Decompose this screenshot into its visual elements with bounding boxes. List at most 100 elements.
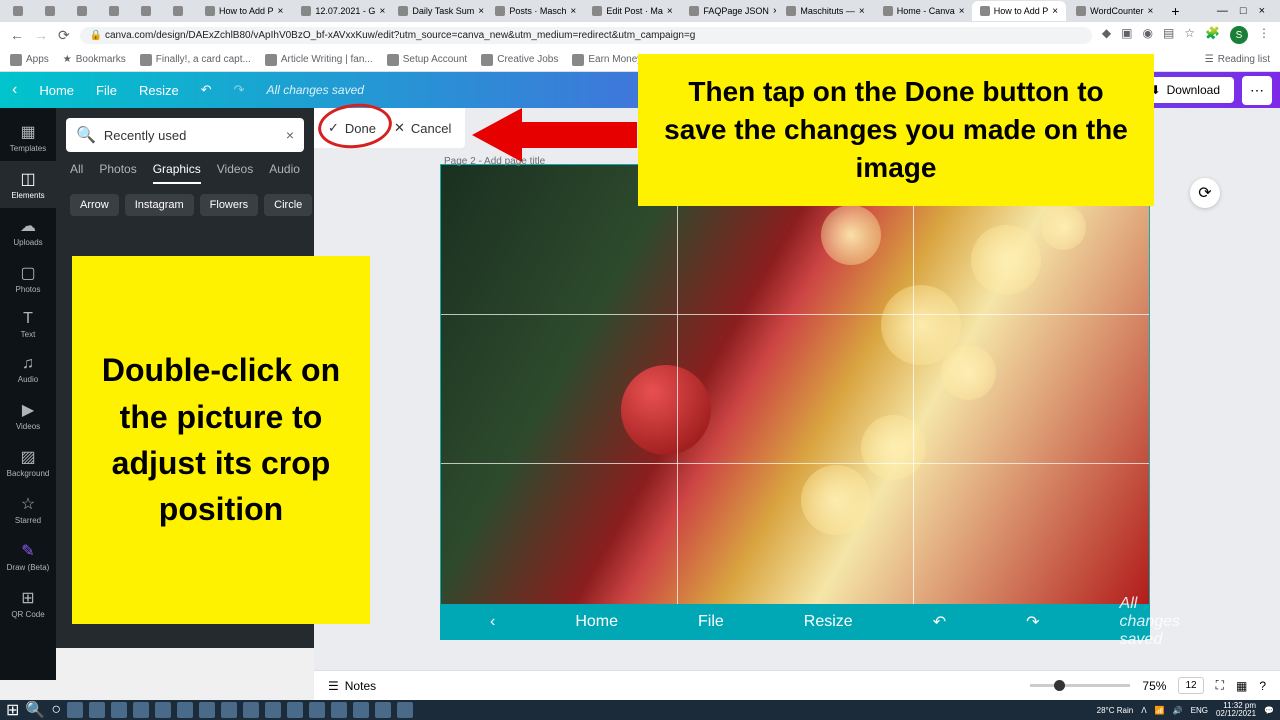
- sidebar-templates[interactable]: ▦Templates: [0, 114, 56, 161]
- redo-icon[interactable]: ↷: [234, 82, 245, 98]
- tab[interactable]: FAQPage JSON×: [681, 1, 776, 21]
- done-button[interactable]: ✓Done: [328, 120, 376, 136]
- zoom-value[interactable]: 75%: [1142, 679, 1166, 693]
- resize-menu[interactable]: Resize: [139, 83, 179, 98]
- bookmark[interactable]: Creative Jobs: [481, 54, 558, 66]
- minimize-icon[interactable]: —: [1217, 5, 1228, 17]
- taskbar-app[interactable]: [243, 702, 259, 718]
- bookmark[interactable]: ★Bookmarks: [63, 54, 126, 65]
- url-input[interactable]: 🔒 canva.com/design/DAExZchlB80/vApIhV0Bz…: [80, 27, 1092, 44]
- sidebar-background[interactable]: ▨Background: [0, 439, 56, 486]
- profile-avatar[interactable]: S: [1230, 26, 1248, 44]
- close-icon[interactable]: ×: [667, 6, 673, 17]
- zoom-slider[interactable]: [1030, 684, 1130, 687]
- tab[interactable]: Daily Task Sum×: [390, 1, 485, 21]
- close-icon[interactable]: ×: [478, 6, 484, 17]
- tab-photos[interactable]: Photos: [99, 162, 136, 184]
- tab[interactable]: [165, 1, 195, 21]
- sidebar-photos[interactable]: ▢Photos: [0, 255, 56, 302]
- file-menu[interactable]: File: [96, 83, 117, 98]
- taskbar-app[interactable]: [155, 702, 171, 718]
- tab-graphics[interactable]: Graphics: [153, 162, 201, 184]
- taskbar-app[interactable]: [287, 702, 303, 718]
- fullscreen-icon[interactable]: ⛶: [1216, 678, 1224, 693]
- taskbar-app[interactable]: [375, 702, 391, 718]
- wifi-icon[interactable]: 📶: [1155, 706, 1165, 715]
- crop-image[interactable]: [440, 164, 1150, 614]
- back-icon[interactable]: ←: [10, 27, 24, 43]
- tab[interactable]: [37, 1, 67, 21]
- bookmark-apps[interactable]: Apps: [10, 54, 49, 66]
- reading-list[interactable]: ☰Reading list: [1205, 54, 1270, 65]
- tab-all[interactable]: All: [70, 162, 83, 184]
- chip-arrow[interactable]: Arrow: [70, 194, 119, 216]
- sidebar-audio[interactable]: ♫Audio: [0, 347, 56, 392]
- tab[interactable]: [5, 1, 35, 21]
- cortana-icon[interactable]: ○: [51, 701, 61, 719]
- volume-icon[interactable]: 🔊: [1173, 706, 1183, 715]
- undo-icon[interactable]: ↶: [201, 82, 212, 98]
- close-icon[interactable]: ×: [773, 6, 776, 17]
- close-icon[interactable]: ×: [1148, 6, 1154, 17]
- maximize-icon[interactable]: □: [1240, 5, 1247, 17]
- extension-icon[interactable]: ◉: [1142, 26, 1152, 44]
- tab[interactable]: [101, 1, 131, 21]
- close-icon[interactable]: ×: [1052, 6, 1058, 17]
- star-icon[interactable]: ☆: [1184, 26, 1195, 44]
- extension-icon[interactable]: ▣: [1121, 26, 1132, 44]
- search-input[interactable]: 🔍 Recently used ×: [66, 118, 304, 152]
- sidebar-starred[interactable]: ☆Starred: [0, 486, 56, 533]
- tab[interactable]: WordCounter×: [1068, 1, 1161, 21]
- bookmark[interactable]: Setup Account: [387, 54, 468, 66]
- grid-view-icon[interactable]: ▦: [1236, 679, 1247, 693]
- tab[interactable]: Maschituts —×: [778, 1, 872, 21]
- clock-date[interactable]: 02/12/2021: [1216, 710, 1256, 718]
- taskbar-app[interactable]: [199, 702, 215, 718]
- tray-icon[interactable]: ᐱ: [1141, 706, 1146, 715]
- extension-icon[interactable]: ◆: [1102, 26, 1111, 44]
- help-icon[interactable]: ?: [1259, 679, 1266, 693]
- tab-audio[interactable]: Audio: [269, 162, 300, 184]
- menu-icon[interactable]: ⋮: [1258, 26, 1270, 44]
- close-icon[interactable]: ×: [1259, 5, 1265, 17]
- taskbar-app[interactable]: [89, 702, 105, 718]
- taskbar-app[interactable]: [221, 702, 237, 718]
- cancel-button[interactable]: ✕Cancel: [394, 120, 451, 136]
- taskbar-app[interactable]: [309, 702, 325, 718]
- home-button[interactable]: Home: [39, 83, 74, 98]
- sidebar-qr[interactable]: ⊞QR Code: [0, 580, 56, 627]
- tab[interactable]: Posts · Masch×: [487, 1, 582, 21]
- chip-circle[interactable]: Circle: [264, 194, 312, 216]
- notes-button[interactable]: ☰Notes: [328, 679, 376, 693]
- taskbar-app[interactable]: [397, 702, 413, 718]
- sidebar-draw[interactable]: ✎Draw (Beta): [0, 533, 56, 580]
- weather[interactable]: 28°C Rain: [1097, 706, 1134, 715]
- taskbar-app[interactable]: [133, 702, 149, 718]
- chip-instagram[interactable]: Instagram: [125, 194, 194, 216]
- slider-thumb[interactable]: [1054, 680, 1065, 691]
- close-icon[interactable]: ×: [570, 6, 576, 17]
- tab[interactable]: How to Add P×: [197, 1, 291, 21]
- clear-icon[interactable]: ×: [286, 127, 294, 143]
- tab-active[interactable]: How to Add P×: [972, 1, 1066, 21]
- start-icon[interactable]: ⊞: [6, 700, 19, 720]
- new-tab-button[interactable]: +: [1163, 3, 1187, 19]
- close-icon[interactable]: ×: [278, 6, 284, 17]
- close-icon[interactable]: ×: [959, 6, 965, 17]
- tab[interactable]: Home - Canva×: [875, 1, 970, 21]
- sidebar-text[interactable]: TText: [0, 302, 56, 347]
- language[interactable]: ENG: [1191, 706, 1208, 715]
- taskbar-app[interactable]: [67, 702, 83, 718]
- bookmark[interactable]: Finally!, a card capt...: [140, 54, 251, 66]
- taskbar-app[interactable]: [353, 702, 369, 718]
- back-icon[interactable]: ‹: [12, 81, 17, 99]
- reload-icon[interactable]: ⟳: [58, 27, 70, 44]
- sidebar-uploads[interactable]: ☁Uploads: [0, 208, 56, 255]
- search-icon[interactable]: 🔍: [25, 700, 45, 720]
- taskbar-app[interactable]: [111, 702, 127, 718]
- notifications-icon[interactable]: 💬: [1264, 706, 1274, 715]
- taskbar-app[interactable]: [331, 702, 347, 718]
- sidebar-elements[interactable]: ◫Elements: [0, 161, 56, 208]
- tab[interactable]: Edit Post · Ma×: [584, 1, 679, 21]
- taskbar-app[interactable]: [265, 702, 281, 718]
